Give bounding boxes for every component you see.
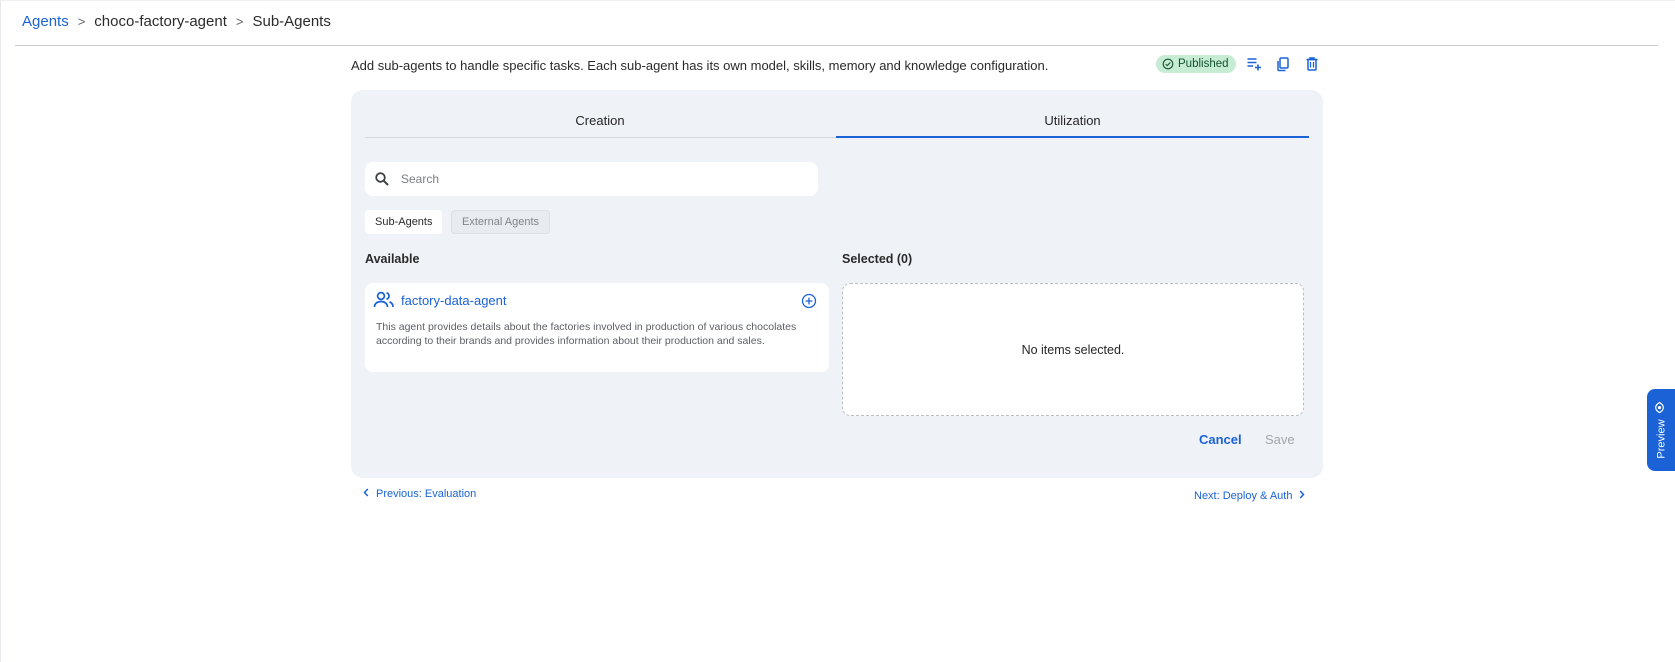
tab-bar: Creation Utilization	[365, 104, 1309, 138]
preview-label: Preview	[1655, 419, 1667, 459]
breadcrumb: Agents > choco-factory-agent > Sub-Agent…	[22, 13, 331, 30]
empty-message: No items selected.	[1021, 342, 1125, 357]
copy-icon[interactable]	[1274, 55, 1292, 73]
next-step-link[interactable]: Next: Deploy & Auth	[1194, 490, 1305, 502]
next-step-label: Next: Deploy & Auth	[1194, 490, 1293, 502]
previous-step-link[interactable]: Previous: Evaluation	[363, 488, 476, 500]
active-tab-indicator	[836, 136, 1309, 138]
agent-description: This agent provides details about the fa…	[376, 321, 797, 347]
breadcrumb-current: Sub-Agents	[252, 13, 331, 30]
tab-creation[interactable]: Creation	[365, 104, 835, 137]
chevron-right-icon	[1299, 490, 1305, 502]
add-list-icon[interactable]	[1245, 55, 1263, 73]
sub-agents-card: Creation Utilization Sub-Agents External…	[351, 90, 1323, 478]
search-box	[365, 162, 818, 196]
search-icon	[374, 171, 390, 187]
header-divider	[15, 45, 1658, 46]
people-icon	[373, 291, 395, 311]
agent-name[interactable]: factory-data-agent	[401, 293, 507, 308]
cancel-button[interactable]: Cancel	[1199, 432, 1242, 447]
agent-card[interactable]: factory-data-agent This agent provides d…	[365, 283, 829, 372]
chevron-left-icon	[363, 488, 369, 500]
available-title: Available	[365, 252, 420, 266]
selected-dropzone: No items selected.	[842, 283, 1304, 416]
save-button[interactable]: Save	[1265, 432, 1295, 447]
delete-icon[interactable]	[1303, 55, 1321, 73]
page-description: Add sub-agents to handle specific tasks.…	[351, 58, 1049, 73]
status-label: Published	[1178, 58, 1229, 70]
breadcrumb-agent-name[interactable]: choco-factory-agent	[94, 13, 227, 30]
eye-icon	[1655, 401, 1668, 414]
filter-sub-agents[interactable]: Sub-Agents	[365, 210, 443, 234]
check-circle-icon	[1162, 58, 1174, 70]
previous-step-label: Previous: Evaluation	[376, 488, 477, 500]
tab-utilization[interactable]: Utilization	[836, 104, 1309, 137]
breadcrumb-agents-link[interactable]: Agents	[22, 13, 69, 30]
breadcrumb-separator: >	[235, 14, 244, 29]
preview-tab[interactable]: Preview	[1647, 389, 1675, 471]
search-input[interactable]	[399, 171, 803, 187]
add-circle-icon[interactable]	[801, 293, 817, 309]
status-badge: Published	[1156, 55, 1236, 73]
selected-title: Selected (0)	[842, 252, 913, 266]
filter-external-agents[interactable]: External Agents	[451, 210, 551, 234]
breadcrumb-separator: >	[77, 14, 86, 29]
